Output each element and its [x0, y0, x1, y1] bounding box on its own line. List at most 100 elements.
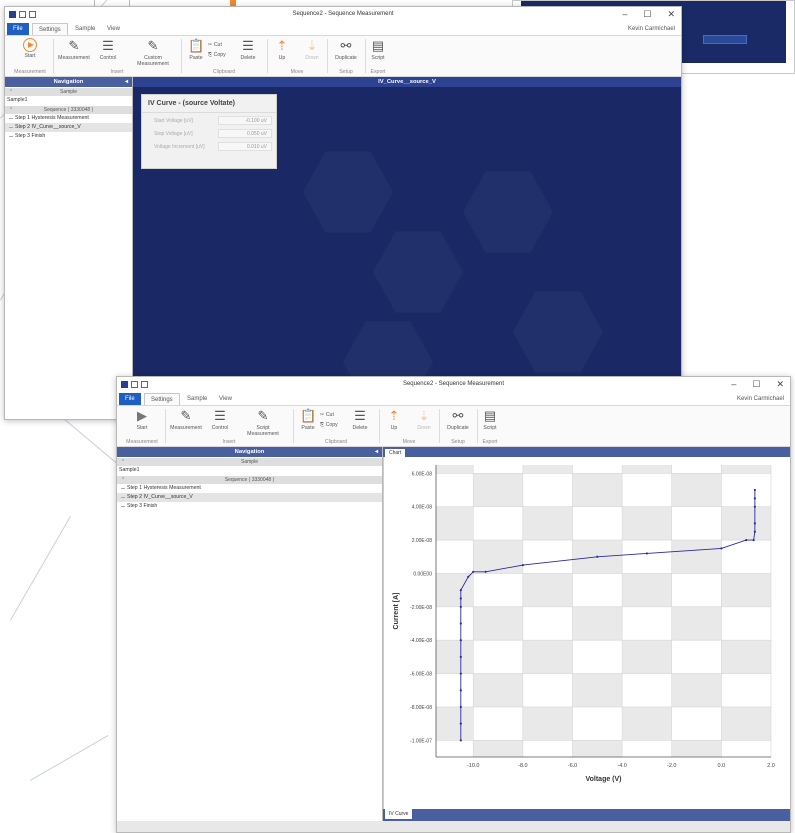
control-icon: ☰ — [214, 408, 226, 423]
collapse-panel-icon[interactable]: ◂ — [375, 447, 378, 457]
sequence-section-header[interactable]: ⌃ Sequence ( 3330048 ) — [117, 476, 382, 484]
sequence-step-selected[interactable]: Step 2 IV_Curve__source_V — [117, 493, 382, 502]
data-point — [459, 589, 462, 592]
start-label: Start — [136, 425, 148, 431]
collapse-caret-icon[interactable]: ⌃ — [121, 458, 125, 466]
grid-band — [671, 540, 722, 574]
duplicate-button[interactable]: ⚯ Duplicate — [329, 38, 363, 61]
data-point — [752, 538, 755, 542]
menu-bar: File Settings Sample View Kevin Carmicha… — [117, 393, 790, 405]
menu-view[interactable]: View — [213, 393, 238, 405]
data-point — [720, 547, 723, 550]
x-tick-label: 0.0 — [718, 763, 726, 769]
delete-button[interactable]: ☰ Delete — [237, 38, 259, 61]
grid-band — [671, 473, 722, 507]
sequence-section-header[interactable]: ⌃ Sequence ( 3330048 ) — [5, 106, 132, 114]
sequence-step[interactable]: Step 3 Finish — [117, 502, 382, 511]
x-tick-label: -4.0 — [617, 763, 626, 769]
menu-view[interactable]: View — [101, 23, 126, 35]
cut-button[interactable]: ✂ Cut — [208, 42, 222, 48]
control-button[interactable]: ☰ Control — [203, 408, 237, 431]
control-button[interactable]: ☰ Control — [91, 38, 125, 61]
grid-band — [436, 706, 474, 741]
background-line — [10, 516, 71, 621]
grid-band — [522, 573, 573, 607]
sample-section-header[interactable]: ⌃ Sample — [5, 88, 132, 96]
sequence-section-label: Sequence ( 3330048 ) — [224, 477, 275, 483]
delete-icon: ☰ — [354, 408, 366, 423]
minimize-button[interactable]: – — [731, 379, 736, 390]
sequence-step[interactable]: Step 1 Hysteresis Measurement — [5, 114, 132, 123]
menu-file[interactable]: File — [119, 393, 141, 405]
copy-icon: ⎘ — [320, 422, 325, 428]
start-icon — [23, 38, 37, 52]
parameter-background: IV Curve - (source Voltate) Start Voltag… — [133, 87, 681, 419]
up-button[interactable]: ⇡ Up — [271, 38, 293, 61]
y-tick-label: -8.00E-08 — [410, 705, 432, 711]
sample-section-label: Sample — [60, 89, 77, 95]
stop-voltage-label: Stop Voltage [uV] — [154, 131, 193, 137]
start-button[interactable]: ▶ Start — [125, 408, 159, 431]
paste-button[interactable]: 📋 Paste — [185, 38, 207, 61]
custom-measurement-button[interactable]: ✎ Custom Measurement — [133, 38, 173, 67]
script-label: Script — [371, 55, 385, 61]
cut-button[interactable]: ✂ Cut — [320, 412, 334, 418]
sample-section-header[interactable]: ⌃ Sample — [117, 458, 382, 466]
navigation-title: Navigation — [53, 79, 84, 85]
paste-label: Paste — [189, 55, 203, 61]
group-label-move: Move — [402, 439, 416, 445]
data-point — [459, 605, 462, 608]
maximize-button[interactable]: ☐ — [643, 9, 651, 20]
script-button[interactable]: ▤ Script — [479, 408, 501, 431]
sequence-step[interactable]: Step 3 Finish — [5, 132, 132, 141]
iv-curve-chart: -10.0 -8.0 -6.0 -4.0 -2.0 0.0 2.0 6.00E-08 4.00E… — [393, 465, 775, 783]
start-voltage-input[interactable]: -0.100 uV — [218, 116, 272, 125]
data-point — [753, 497, 756, 500]
copy-button[interactable]: ⎘ Copy — [320, 422, 338, 429]
parameter-row: Start Voltage [uV] -0.100 uV — [142, 116, 276, 126]
navigation-header: Navigation ◂ — [5, 77, 132, 87]
delete-button[interactable]: ☰ Delete — [349, 408, 371, 431]
down-button[interactable]: ⇣ Down — [301, 38, 323, 61]
sample-item[interactable]: Sample1 — [117, 466, 382, 475]
collapse-caret-icon[interactable]: ⌃ — [9, 88, 13, 96]
collapse-caret-icon[interactable]: ⌃ — [9, 106, 13, 114]
sample-section-label: Sample — [241, 459, 258, 465]
tab-iv-curve[interactable]: IV Curve — [385, 809, 413, 819]
y-tick-label: -1.00E-07 — [410, 738, 432, 744]
sequence-step-selected[interactable]: Step 2 IV_Curve__source_V — [5, 123, 132, 132]
menu-settings[interactable]: Settings — [144, 393, 180, 405]
close-button[interactable]: ✕ — [776, 379, 784, 390]
tab-chart[interactable]: Chart — [385, 449, 406, 457]
menu-sample[interactable]: Sample — [69, 23, 101, 35]
script-button[interactable]: ▤ Script — [367, 38, 389, 61]
collapse-panel-icon[interactable]: ◂ — [125, 77, 128, 87]
paste-button[interactable]: 📋 Paste — [297, 408, 319, 431]
window-title: Sequence2 - Sequence Measurement — [402, 381, 505, 387]
grid-band — [522, 706, 573, 741]
control-label: Control — [99, 55, 117, 61]
maximize-button[interactable]: ☐ — [752, 379, 760, 390]
stop-voltage-input[interactable]: 0.050 uV — [218, 129, 272, 138]
sample-item[interactable]: Sample1 — [5, 96, 132, 105]
x-tick-label: 2.0 — [767, 763, 775, 769]
grid-band — [473, 540, 523, 574]
down-button[interactable]: ⇣ Down — [413, 408, 435, 431]
measurement-button[interactable]: ✎ Measurement — [57, 38, 91, 61]
y-tick-label: 0.00E00 — [413, 571, 432, 577]
copy-button[interactable]: ⎘ Copy — [208, 52, 226, 59]
sequence-step[interactable]: Step 1 Hysteresis Measurement — [117, 484, 382, 493]
close-button[interactable]: ✕ — [667, 9, 675, 20]
script-measurement-button[interactable]: ✎ Script Measurement — [243, 408, 283, 437]
collapse-caret-icon[interactable]: ⌃ — [121, 476, 125, 484]
start-button[interactable]: Start — [13, 38, 47, 59]
menu-settings[interactable]: Settings — [32, 23, 68, 35]
minimize-button[interactable]: – — [622, 9, 627, 20]
measurement-button[interactable]: ✎ Measurement — [169, 408, 203, 431]
group-label-clipboard: Clipboard — [324, 439, 348, 445]
duplicate-button[interactable]: ⚯ Duplicate — [441, 408, 475, 431]
menu-file[interactable]: File — [7, 23, 29, 35]
menu-sample[interactable]: Sample — [181, 393, 213, 405]
up-button[interactable]: ⇡ Up — [383, 408, 405, 431]
voltage-increment-input[interactable]: 0.010 uV — [218, 142, 272, 151]
